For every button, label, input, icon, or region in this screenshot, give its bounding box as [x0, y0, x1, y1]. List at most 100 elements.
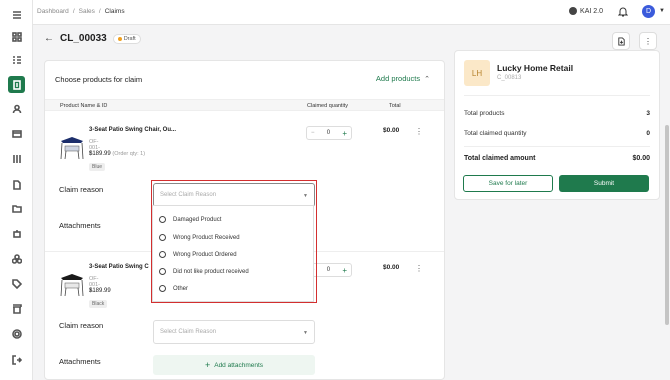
scrollbar[interactable] — [665, 30, 669, 375]
quantity-value[interactable]: 0 — [327, 130, 330, 136]
tag-icon[interactable] — [8, 275, 25, 292]
row-kebab-icon[interactable]: ⋮ — [415, 264, 423, 273]
option-wrong-product-ordered[interactable]: Wrong Product Ordered — [159, 251, 237, 258]
caret-down-icon: ▼ — [303, 330, 308, 336]
table-header: Product Name & ID Claimed quantity Total — [45, 99, 444, 111]
sidebar — [0, 0, 33, 380]
summary-value: 0 — [646, 130, 650, 137]
status-label: Draft — [123, 35, 136, 42]
kai-label: KAI 2.0 — [580, 7, 603, 15]
sliders-icon[interactable] — [8, 150, 25, 167]
product-name: 3-Seat Patio Swing Chair, Ou... — [89, 127, 177, 133]
attachments-label: Attachments — [59, 357, 101, 366]
summary-label: Total claimed amount — [464, 155, 536, 162]
plus-icon: + — [204, 360, 211, 370]
option-other[interactable]: Other — [159, 285, 188, 292]
plus-icon[interactable]: + — [342, 266, 347, 275]
product-image — [60, 274, 84, 297]
sales-icon[interactable] — [8, 76, 25, 93]
breadcrumb-separator: / — [98, 8, 101, 15]
breadcrumb-sales[interactable]: Sales — [79, 8, 95, 15]
radio-icon[interactable] — [159, 234, 166, 241]
list-icon[interactable] — [8, 51, 25, 68]
chevron-down-icon[interactable]: ▼ — [659, 8, 665, 14]
status-dot-icon — [117, 36, 122, 41]
row-total: $0.00 — [383, 264, 400, 271]
back-arrow-icon[interactable]: ← — [44, 33, 54, 44]
logout-icon[interactable] — [8, 351, 25, 368]
variant-tag: Blue — [89, 163, 106, 171]
breadcrumb-claims: Claims — [104, 8, 125, 15]
option-damaged-product[interactable]: Damaged Product — [159, 216, 221, 223]
boxes-icon[interactable] — [8, 250, 25, 267]
quantity-stepper[interactable]: − 0 + — [306, 126, 352, 140]
claim-reason-select[interactable]: Select Claim Reason ▼ — [153, 183, 315, 207]
breadcrumb-dashboard[interactable]: Dashboard — [37, 8, 69, 15]
status-badge: Draft — [112, 33, 141, 44]
quantity-value[interactable]: 0 — [327, 267, 330, 273]
kebab-icon: ⋮ — [644, 36, 652, 46]
product-price: $189.99 — [89, 288, 111, 294]
select-placeholder: Select Claim Reason — [160, 192, 217, 198]
variant-tag: Black — [89, 300, 108, 308]
breadcrumb: Dashboard / Sales / Claims — [37, 8, 125, 15]
bell-icon[interactable] — [618, 6, 628, 17]
folder-icon[interactable] — [8, 200, 25, 217]
column-total: Total — [389, 103, 401, 109]
avatar[interactable]: D — [642, 5, 655, 18]
summary-label: Total products — [464, 110, 505, 117]
radio-icon[interactable] — [159, 216, 166, 223]
divider — [464, 146, 650, 147]
claim-reason-dropdown: Damaged Product Wrong Product Received W… — [152, 205, 314, 302]
customer-summary-card: LH Lucky Home Retail C_00813 Total produ… — [454, 50, 660, 200]
radio-icon[interactable] — [159, 251, 166, 258]
customer-id: C_00813 — [497, 75, 522, 81]
submit-button[interactable]: Submit — [559, 175, 649, 192]
option-label: Did not like product received — [173, 268, 249, 275]
kai-button[interactable]: KAI 2.0 — [569, 7, 603, 15]
row-kebab-icon[interactable]: ⋮ — [415, 127, 423, 136]
option-label: Other — [173, 285, 189, 292]
topbar: Dashboard / Sales / Claims KAI 2.0 D ▼ — [33, 0, 670, 25]
more-options-button[interactable]: ⋮ — [639, 32, 657, 50]
radio-icon[interactable] — [159, 268, 166, 275]
summary-total-claimed-qty: Total claimed quantity 0 — [464, 130, 650, 137]
option-did-not-like[interactable]: Did not like product received — [159, 268, 249, 275]
plus-icon[interactable]: + — [342, 129, 347, 138]
dashboard-icon[interactable] — [8, 28, 25, 45]
user-icon[interactable] — [8, 100, 25, 117]
page-title: CL_00033 — [60, 33, 107, 44]
cards-icon[interactable] — [8, 125, 25, 142]
menu-icon[interactable] — [8, 6, 25, 23]
summary-label: Total claimed quantity — [464, 130, 527, 137]
robot-icon[interactable] — [8, 225, 25, 242]
option-wrong-product-received[interactable]: Wrong Product Received — [159, 234, 240, 241]
download-button[interactable] — [612, 32, 630, 50]
caret-down-icon: ▼ — [303, 193, 308, 199]
summary-total-claimed-amount: Total claimed amount $0.00 — [464, 155, 650, 162]
price-value: $189.99 — [89, 151, 111, 157]
title-row: ← CL_00033 Draft — [44, 33, 141, 44]
claim-reason-select[interactable]: Select Claim Reason ▼ — [153, 320, 315, 344]
scrollbar-thumb[interactable] — [665, 125, 669, 325]
customer-avatar: LH — [464, 60, 490, 86]
save-for-later-button[interactable]: Save for later — [463, 175, 553, 192]
settings-icon[interactable] — [8, 325, 25, 342]
minus-icon[interactable]: − — [311, 130, 315, 136]
add-attachments-label: Add attachments — [214, 361, 264, 369]
product-image — [60, 137, 84, 160]
add-attachments-button[interactable]: + Add attachments — [153, 355, 315, 375]
product-name: 3-Seat Patio Swing C — [89, 264, 149, 270]
add-products-button[interactable]: Add products ⌃ — [376, 74, 430, 83]
option-label: Wrong Product Ordered — [173, 251, 237, 258]
document-icon[interactable] — [8, 176, 25, 193]
claim-reason-label: Claim reason — [59, 185, 104, 194]
store-icon[interactable] — [8, 300, 25, 317]
radio-icon[interactable] — [159, 285, 166, 292]
summary-value: 3 — [646, 110, 650, 117]
option-label: Wrong Product Received — [173, 234, 240, 241]
column-product: Product Name & ID — [60, 103, 108, 109]
select-placeholder: Select Claim Reason — [160, 329, 217, 335]
option-label: Damaged Product — [173, 216, 222, 223]
row-total: $0.00 — [383, 127, 400, 134]
